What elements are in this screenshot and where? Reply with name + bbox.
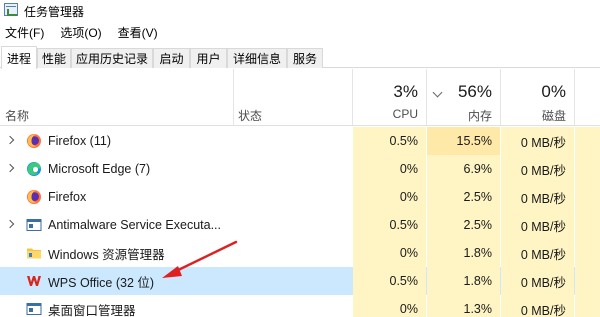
wps-icon <box>27 276 41 286</box>
disk-cell: 0 MB/秒 <box>501 183 574 211</box>
network-cell <box>575 267 600 295</box>
memory-cell: 2.5% <box>427 211 500 239</box>
column-disk[interactable]: 磁盘 <box>500 107 566 124</box>
column-divider[interactable] <box>574 69 575 126</box>
tab-startup[interactable]: 启动 <box>153 48 190 68</box>
column-divider[interactable] <box>233 69 234 126</box>
title-bar: 任务管理器 <box>0 0 600 20</box>
column-status[interactable]: 状态 <box>238 107 262 124</box>
network-cell <box>575 183 600 211</box>
firefox-icon <box>27 134 41 148</box>
tab-bar: 进程 性能 应用历史记录 启动 用户 详细信息 服务 <box>0 46 600 69</box>
column-name[interactable]: 名称 <box>5 107 29 124</box>
process-name: 桌面窗口管理器 <box>48 303 136 317</box>
network-cell <box>575 295 600 317</box>
disk-cell: 0 MB/秒 <box>501 155 574 183</box>
process-row-wps[interactable]: WPS Office (32 位) 0.5% 1.8% 0 MB/秒 <box>0 267 600 295</box>
menu-view[interactable]: 查看(V) <box>114 24 162 41</box>
memory-cell: 1.3% <box>427 295 500 317</box>
cpu-total[interactable]: 3% <box>352 82 418 102</box>
network-cell <box>575 127 600 155</box>
process-name: Firefox <box>48 190 87 204</box>
column-header: 名称 状态 3% CPU 56% 内存 0% 磁盘 <box>0 69 600 126</box>
tab-app-history[interactable]: 应用历史记录 <box>71 48 153 68</box>
memory-total[interactable]: 56% <box>426 82 492 102</box>
network-cell <box>575 155 600 183</box>
column-memory[interactable]: 内存 <box>426 107 492 124</box>
edge-icon <box>27 162 41 176</box>
cpu-cell: 0.5% <box>353 127 426 155</box>
tab-users[interactable]: 用户 <box>190 48 227 68</box>
disk-cell: 0 MB/秒 <box>501 127 574 155</box>
column-cpu[interactable]: CPU <box>352 107 418 121</box>
menu-file[interactable]: 文件(F) <box>1 24 48 41</box>
memory-cell: 1.8% <box>427 239 500 267</box>
tab-services[interactable]: 服务 <box>287 48 323 68</box>
menu-options[interactable]: 选项(O) <box>56 24 105 41</box>
process-row-antimalware[interactable]: Antimalware Service Executa... 0.5% 2.5%… <box>0 211 600 239</box>
process-name: Microsoft Edge (7) <box>48 162 151 176</box>
service-window-icon <box>26 303 42 315</box>
process-row-edge[interactable]: Microsoft Edge (7) 0% 6.9% 0 MB/秒 <box>0 155 600 183</box>
process-row-firefox-group[interactable]: Firefox (11) 0.5% 15.5% 0 MB/秒 <box>0 127 600 155</box>
disk-cell: 0 MB/秒 <box>501 239 574 267</box>
process-name: Firefox (11) <box>48 134 111 148</box>
process-name: Antimalware Service Executa... <box>48 218 221 232</box>
cpu-cell: 0% <box>353 155 426 183</box>
cpu-cell: 0% <box>353 295 426 317</box>
expand-chevron-icon[interactable] <box>5 219 15 229</box>
memory-cell: 2.5% <box>427 183 500 211</box>
process-row-firefox[interactable]: Firefox 0% 2.5% 0 MB/秒 <box>0 183 600 211</box>
menu-bar: 文件(F) 选项(O) 查看(V) <box>0 22 600 42</box>
expand-chevron-icon[interactable] <box>5 135 15 145</box>
memory-cell: 6.9% <box>427 155 500 183</box>
process-row-dwm[interactable]: 桌面窗口管理器 0% 1.3% 0 MB/秒 <box>0 295 600 317</box>
tab-performance[interactable]: 性能 <box>37 48 71 68</box>
tab-processes[interactable]: 进程 <box>1 46 37 69</box>
window-title: 任务管理器 <box>24 5 85 19</box>
service-window-icon <box>26 219 42 231</box>
cpu-cell: 0% <box>353 239 426 267</box>
task-manager-icon <box>4 3 18 16</box>
process-list: Firefox (11) 0.5% 15.5% 0 MB/秒 Microsoft… <box>0 127 600 317</box>
cpu-cell: 0.5% <box>353 267 426 295</box>
expand-chevron-icon[interactable] <box>5 163 15 173</box>
firefox-icon <box>27 190 41 204</box>
disk-total[interactable]: 0% <box>500 82 566 102</box>
network-cell <box>575 239 600 267</box>
folder-icon <box>27 248 41 259</box>
memory-cell: 1.8% <box>427 267 500 295</box>
disk-cell: 0 MB/秒 <box>501 211 574 239</box>
process-row-explorer[interactable]: Windows 资源管理器 0% 1.8% 0 MB/秒 <box>0 239 600 267</box>
tab-details[interactable]: 详细信息 <box>227 48 287 68</box>
disk-cell: 0 MB/秒 <box>501 295 574 317</box>
cpu-cell: 0.5% <box>353 211 426 239</box>
process-name: Windows 资源管理器 <box>48 247 165 262</box>
cpu-cell: 0% <box>353 183 426 211</box>
memory-cell: 15.5% <box>427 127 500 155</box>
process-name: WPS Office (32 位) <box>48 275 155 290</box>
network-cell <box>575 211 600 239</box>
disk-cell: 0 MB/秒 <box>501 267 574 295</box>
